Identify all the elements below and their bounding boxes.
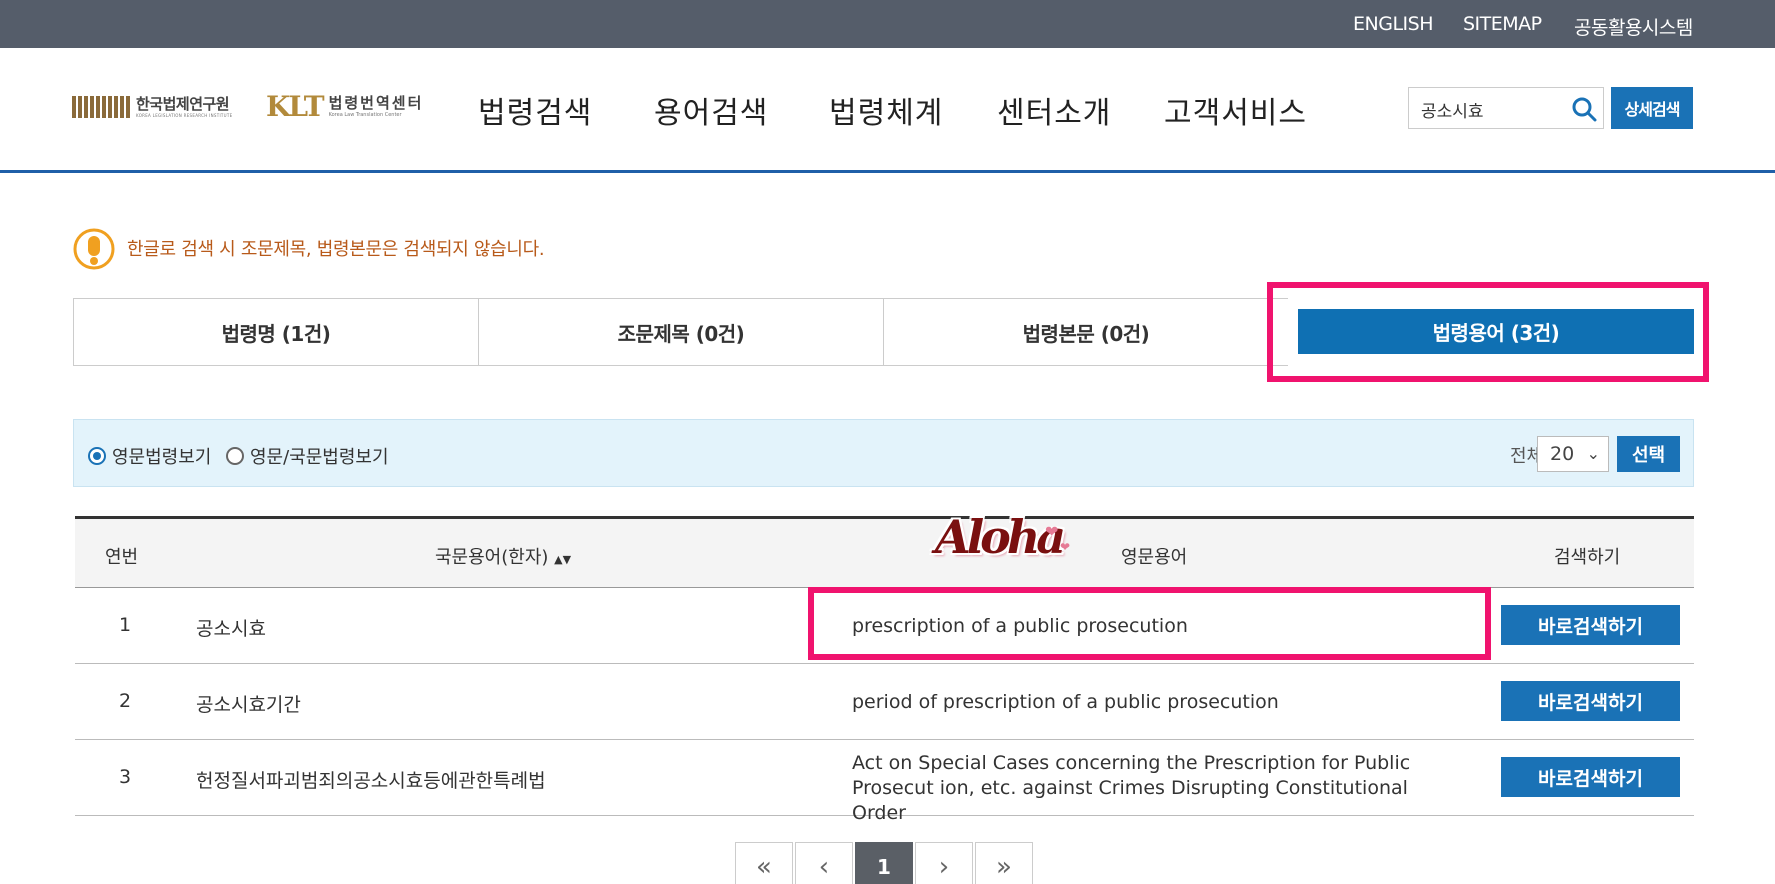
header-no: 연번 — [105, 547, 139, 568]
detail-search-button[interactable]: 상세검색 — [1611, 87, 1693, 129]
nav-term-search[interactable]: 용어검색 — [654, 88, 768, 132]
radio-english-korean-label: 영문/국문법령보기 — [250, 447, 389, 468]
last-page-button[interactable]: » — [975, 842, 1033, 884]
klt-logo-subtext: Korea Law Translation Center — [328, 112, 402, 118]
direct-search-button[interactable]: 바로검색하기 — [1501, 681, 1680, 721]
page-1-button[interactable]: 1 — [855, 842, 913, 884]
row-english-term: period of prescription of a public prose… — [852, 691, 1279, 713]
highlight-box-term — [808, 587, 1491, 660]
row-no: 3 — [118, 766, 132, 788]
row-no: 1 — [118, 614, 132, 636]
tab-law-body[interactable]: 법령본문 (0건) — [883, 298, 1288, 366]
klri-logo[interactable]: 한국법제연구원 KOREA LEGISLATION RESEARCH INSTI… — [72, 94, 232, 120]
aloha-sticker: Aloha — [935, 510, 1066, 564]
radio-english-korean[interactable]: 영문/국문법령보기 — [226, 443, 389, 469]
klt-logo-text: 법령번역센터 — [328, 94, 424, 112]
header-korean-term-label: 국문용어(한자) — [435, 547, 549, 568]
shared-system-link[interactable]: 공동활용시스템 — [1574, 13, 1693, 40]
heart-icon: ❤ — [1045, 522, 1059, 541]
warning-icon — [73, 228, 115, 270]
row-korean-term: 헌정질서파괴범죄의공소시효등에관한특례법 — [196, 770, 546, 792]
tab-article-title[interactable]: 조문제목 (0건) — [478, 298, 883, 366]
table-header: 연번 국문용어(한자) ▲▼ 영문용어 검색하기 — [75, 516, 1694, 588]
nav-center-intro[interactable]: 센터소개 — [997, 88, 1111, 132]
row-english-term: Act on Special Cases concerning the Pres… — [852, 752, 1411, 824]
klt-logo[interactable]: KLT 법령번역센터 Korea Law Translation Center — [266, 92, 423, 122]
chevron-down-icon: ⌄ — [1586, 444, 1600, 463]
search-box — [1408, 87, 1604, 129]
klri-logo-subtext: KOREA LEGISLATION RESEARCH INSTITUTE — [136, 112, 233, 118]
radio-english-only[interactable]: 영문법령보기 — [88, 443, 211, 469]
search-notice: 한글로 검색 시 조문제목, 법령본문은 검색되지 않습니다. — [127, 239, 545, 260]
term-table: 연번 국문용어(한자) ▲▼ 영문용어 검색하기 1 공소시효 prescrip… — [75, 516, 1694, 824]
tab-law-name[interactable]: 법령명 (1건) — [73, 298, 478, 366]
page-size-value: 20 — [1550, 443, 1575, 465]
first-page-button[interactable]: « — [735, 842, 793, 884]
table-row: 3 헌정질서파괴범죄의공소시효등에관한특례법 Act on Special Ca… — [75, 740, 1694, 824]
pagination: « ‹ 1 › » — [735, 842, 1033, 884]
radio-english-only-label: 영문법령보기 — [112, 447, 212, 468]
header-divider — [0, 170, 1775, 173]
direct-search-button[interactable]: 바로검색하기 — [1501, 605, 1680, 645]
search-input[interactable] — [1421, 97, 1571, 121]
sitemap-link[interactable]: SITEMAP — [1463, 13, 1542, 35]
sort-icon[interactable]: ▲▼ — [554, 553, 571, 566]
klt-logo-mark: KLT — [266, 90, 325, 123]
row-korean-term: 공소시효 — [196, 618, 266, 640]
direct-search-button[interactable]: 바로검색하기 — [1501, 757, 1680, 797]
klri-logo-icon — [72, 96, 130, 118]
radio-on-icon — [88, 447, 106, 465]
header-korean-term[interactable]: 국문용어(한자) ▲▼ — [435, 543, 571, 569]
row-no: 2 — [118, 690, 132, 712]
utility-bar: ENGLISH SITEMAP 공동활용시스템 — [0, 0, 1775, 48]
page-size-select[interactable]: 20 ⌄ — [1537, 436, 1609, 472]
radio-off-icon — [226, 447, 244, 465]
nav-law-search[interactable]: 법령검색 — [478, 88, 592, 132]
header-action: 검색하기 — [1554, 547, 1621, 568]
filter-bar: 영문법령보기 영문/국문법령보기 전체 : 3건 20 ⌄ 선택 — [73, 419, 1694, 487]
nav-customer-service[interactable]: 고객서비스 — [1164, 88, 1307, 132]
search-icon[interactable] — [1571, 96, 1597, 122]
english-link[interactable]: ENGLISH — [1353, 13, 1433, 35]
row-korean-term: 공소시효기간 — [196, 694, 301, 716]
heart-icon: ❤ — [1060, 540, 1071, 554]
prev-page-button[interactable]: ‹ — [795, 842, 853, 884]
table-row: 2 공소시효기간 period of prescription of a pub… — [75, 664, 1694, 740]
select-button[interactable]: 선택 — [1617, 436, 1680, 472]
klri-logo-text: 한국법제연구원 — [136, 94, 230, 113]
nav-law-system[interactable]: 법령체계 — [829, 88, 943, 132]
next-page-button[interactable]: › — [915, 842, 973, 884]
highlight-box-tab — [1267, 282, 1709, 382]
header-english-term: 영문용어 — [1121, 547, 1188, 568]
